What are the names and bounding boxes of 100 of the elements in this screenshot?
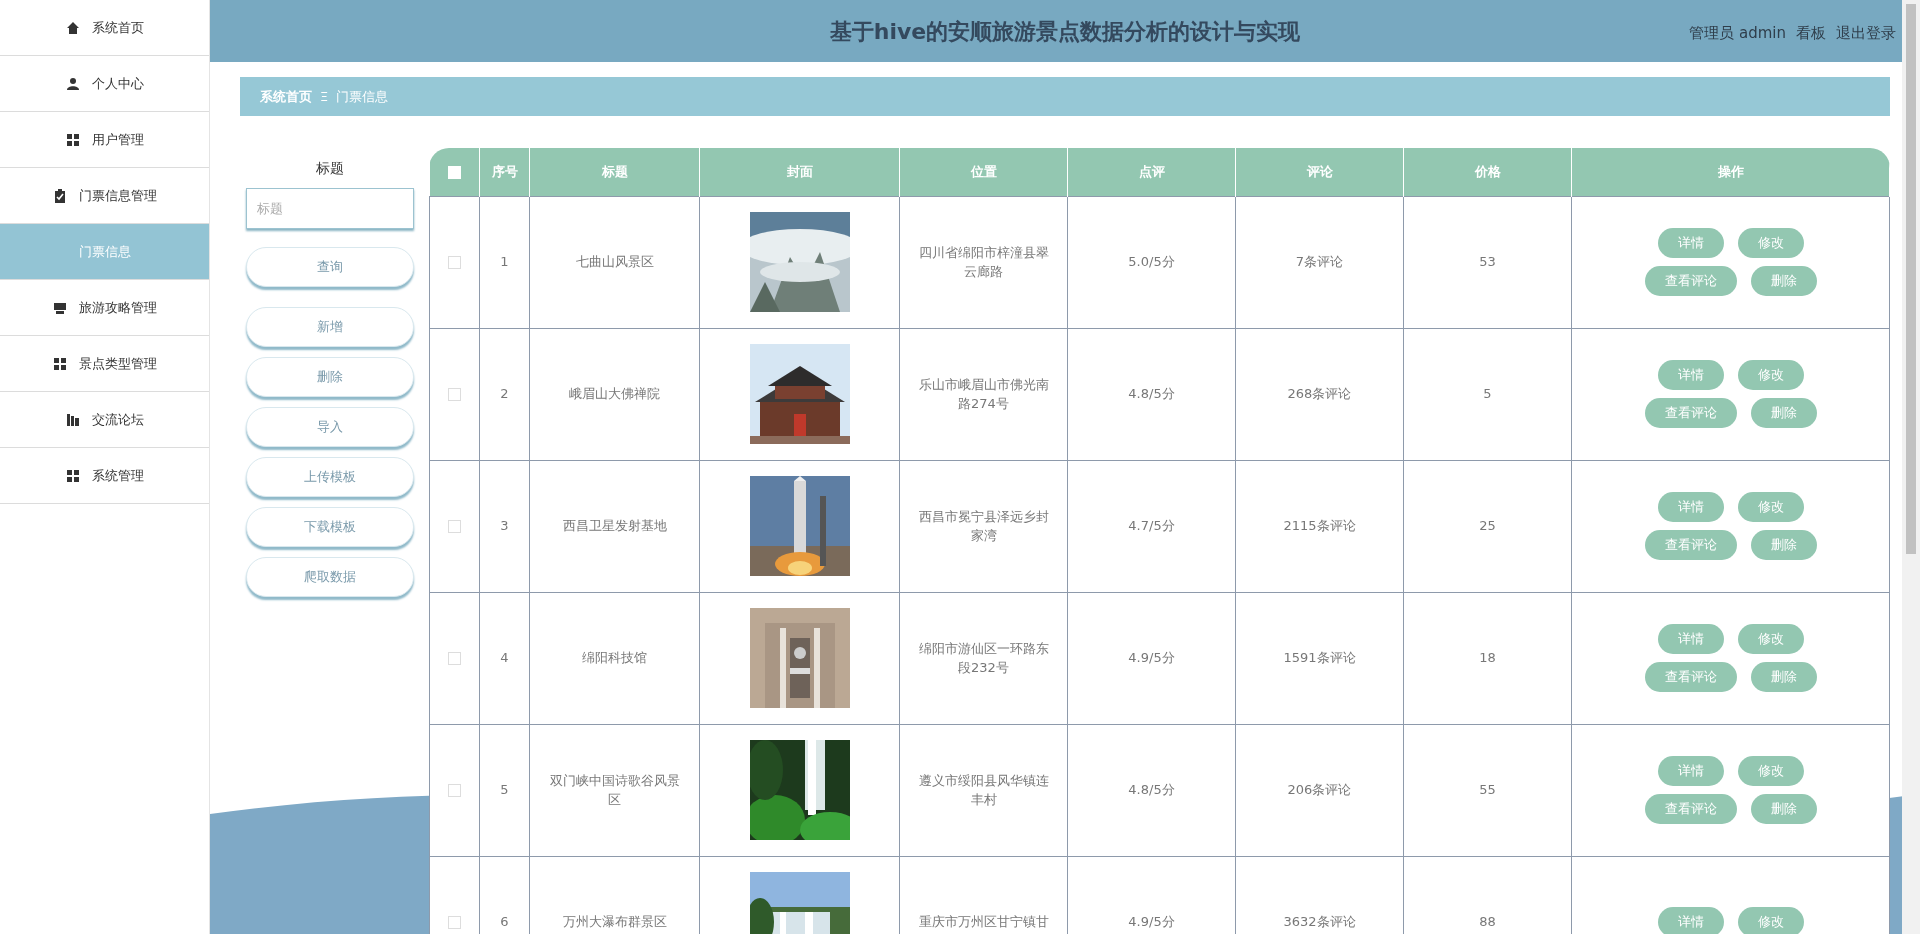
action-button[interactable]: 详情 (1657, 360, 1724, 390)
sidebar-label: 门票信息管理 (78, 186, 157, 205)
action-button[interactable]: 修改 (1737, 228, 1804, 258)
action-button[interactable]: 查看评论 (1644, 794, 1737, 824)
sidebar-item[interactable]: 交流论坛 (0, 392, 209, 448)
row-number: 4 (500, 650, 509, 666)
table-cell: 西昌市冕宁县泽远乡封家湾 (918, 508, 1049, 543)
row-checkbox[interactable] (448, 784, 461, 798)
action-button[interactable]: 修改 (1737, 492, 1804, 522)
row-checkbox[interactable] (448, 256, 461, 270)
action-button[interactable]: 查看评论 (1644, 398, 1737, 428)
action-button[interactable]: 删除 (1750, 266, 1817, 296)
sidebar-item[interactable]: 旅游攻略管理 (0, 280, 209, 336)
toolbar-button[interactable]: 删除 (246, 357, 414, 397)
table-cell: 53 (1479, 254, 1496, 270)
sidebar-label: 用户管理 (91, 130, 144, 149)
breadcrumb-separator: Ξ (320, 87, 329, 106)
column-header: 点评 (1138, 164, 1165, 179)
row-number: 6 (500, 914, 509, 930)
row-checkbox[interactable] (448, 652, 461, 666)
column-header: 价格 (1474, 164, 1501, 179)
grid-icon (52, 356, 67, 371)
breadcrumb-item[interactable]: 门票信息 (336, 86, 389, 107)
table-cell: 重庆市万州区甘宁镇甘 (918, 914, 1049, 930)
header-link[interactable]: 管理员 admin (1689, 22, 1786, 45)
sidebar-label: 系统管理 (91, 466, 144, 485)
toolbar-button[interactable]: 下载模板 (246, 507, 414, 547)
action-button[interactable]: 删除 (1750, 398, 1817, 428)
table-cell: 万州大瀑布群景区 (562, 914, 667, 930)
row-number: 2 (500, 386, 509, 402)
header-link[interactable]: 看板 (1796, 22, 1826, 45)
table-cell: 双门峡中国诗歌谷风景区 (549, 772, 680, 807)
table-cell: 遵义市绥阳县风华镇连丰村 (918, 772, 1049, 807)
table-cell: 4.8/5分 (1128, 782, 1175, 798)
action-button[interactable]: 删除 (1750, 662, 1817, 692)
action-button[interactable]: 删除 (1750, 530, 1817, 560)
breadcrumb-item[interactable]: 系统首页 (260, 86, 312, 107)
action-button[interactable]: 修改 (1737, 907, 1804, 934)
action-button[interactable]: 查看评论 (1644, 266, 1737, 296)
action-button[interactable]: 详情 (1657, 907, 1724, 934)
app-title: 基于hive的安顺旅游景点数据分析的设计与实现 (829, 17, 1301, 46)
table-cell: 峨眉山大佛禅院 (569, 386, 660, 402)
sidebar-item[interactable]: 个人中心 (0, 56, 209, 112)
table-cell: 4.9/5分 (1128, 650, 1175, 666)
action-button[interactable]: 详情 (1657, 624, 1724, 654)
select-all-checkbox[interactable] (447, 166, 461, 179)
action-button[interactable]: 修改 (1737, 756, 1804, 786)
table-cell: 25 (1479, 518, 1496, 534)
home-icon (65, 20, 80, 35)
table-cell: 绵阳市游仙区一环路东段232号 (918, 640, 1049, 675)
table-cell: 西昌卫星发射基地 (562, 518, 667, 534)
row-number: 1 (500, 254, 509, 270)
column-header: 操作 (1717, 164, 1744, 179)
action-button[interactable]: 修改 (1737, 360, 1804, 390)
table-cell: 七曲山风景区 (575, 254, 654, 270)
sidebar-label: 景点类型管理 (78, 354, 157, 373)
column-header: 评论 (1306, 164, 1333, 179)
bar-chart-icon (65, 412, 80, 427)
column-header: 位置 (970, 164, 997, 179)
sidebar-label: 旅游攻略管理 (78, 298, 157, 317)
column-header: 标题 (601, 164, 628, 179)
action-button[interactable]: 详情 (1657, 756, 1724, 786)
action-button[interactable]: 查看评论 (1644, 662, 1737, 692)
table-cell: 88 (1479, 914, 1496, 930)
scrollbar-thumb[interactable] (1906, 4, 1916, 554)
toolbar-button[interactable]: 爬取数据 (246, 557, 414, 597)
action-button[interactable]: 详情 (1657, 228, 1724, 258)
grid-icon (65, 468, 80, 483)
action-button[interactable]: 详情 (1657, 492, 1724, 522)
sidebar-item[interactable]: 系统首页 (0, 0, 209, 56)
toolbar-button[interactable]: 新增 (246, 307, 414, 347)
table-cell: 4.8/5分 (1128, 386, 1175, 402)
action-button[interactable]: 修改 (1737, 624, 1804, 654)
header-link[interactable]: 退出登录 (1836, 22, 1896, 45)
toolbar-button[interactable]: 导入 (246, 407, 414, 447)
sidebar-item[interactable]: 用户管理 (0, 112, 209, 168)
sidebar-item[interactable]: 景点类型管理 (0, 336, 209, 392)
sidebar-label: 交流论坛 (91, 410, 144, 429)
row-checkbox[interactable] (448, 520, 461, 534)
table-cell: 1591条评论 (1283, 650, 1356, 666)
row-number: 3 (500, 518, 509, 534)
column-header: 封面 (786, 164, 813, 179)
row-checkbox[interactable] (448, 916, 461, 930)
table-cell: 2115条评论 (1283, 518, 1356, 534)
clipboard-check-icon (52, 188, 67, 203)
action-button[interactable]: 删除 (1750, 794, 1817, 824)
sidebar-item[interactable]: 门票信息 (0, 224, 209, 280)
table-cell: 5.0/5分 (1128, 254, 1175, 270)
table-cell: 3632条评论 (1283, 914, 1356, 930)
table-cell: 4.9/5分 (1128, 914, 1175, 930)
grid-icon (65, 132, 80, 147)
row-checkbox[interactable] (448, 388, 461, 402)
table-cell: 绵阳科技馆 (582, 650, 647, 666)
sidebar-item[interactable]: 系统管理 (0, 448, 209, 504)
table-cell: 55 (1479, 782, 1496, 798)
action-button[interactable]: 查看评论 (1644, 530, 1737, 560)
title-input[interactable]: 标题 (246, 188, 414, 229)
table-cell: 18 (1479, 650, 1496, 666)
toolbar-button[interactable]: 上传模板 (246, 457, 414, 497)
toolbar-button[interactable]: 查询 (246, 247, 414, 287)
